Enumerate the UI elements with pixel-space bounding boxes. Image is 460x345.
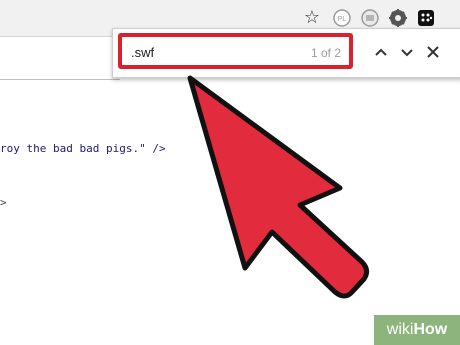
source-code-line: roy the bad bad pigs." /> [0,142,166,155]
extension-gear-icon[interactable] [388,8,408,28]
star-icon[interactable]: ☆ [302,6,322,27]
previous-match-button[interactable] [371,42,391,62]
watermark-wiki: wiki [386,321,414,338]
next-match-button[interactable] [397,42,417,62]
find-bar: .swf 1 of 2 [112,28,460,78]
watermark-how: How [413,321,448,338]
page-content: roy the bad bad pigs." /> > [0,37,460,345]
find-result-count: 1 of 2 [310,46,341,60]
extension-plain-icon[interactable] [360,8,380,28]
extension-blackberry-icon[interactable] [416,8,436,28]
find-input[interactable]: .swf 1 of 2 [118,33,353,69]
find-query-text: .swf [131,45,155,60]
extension-pl-label: PL [338,16,347,23]
source-divider [0,79,120,80]
wikihow-watermark: wikiHow [374,315,460,345]
close-find-button[interactable] [423,42,443,62]
source-code-line: > [0,196,7,209]
extension-pl-icon[interactable]: PL [332,8,352,28]
